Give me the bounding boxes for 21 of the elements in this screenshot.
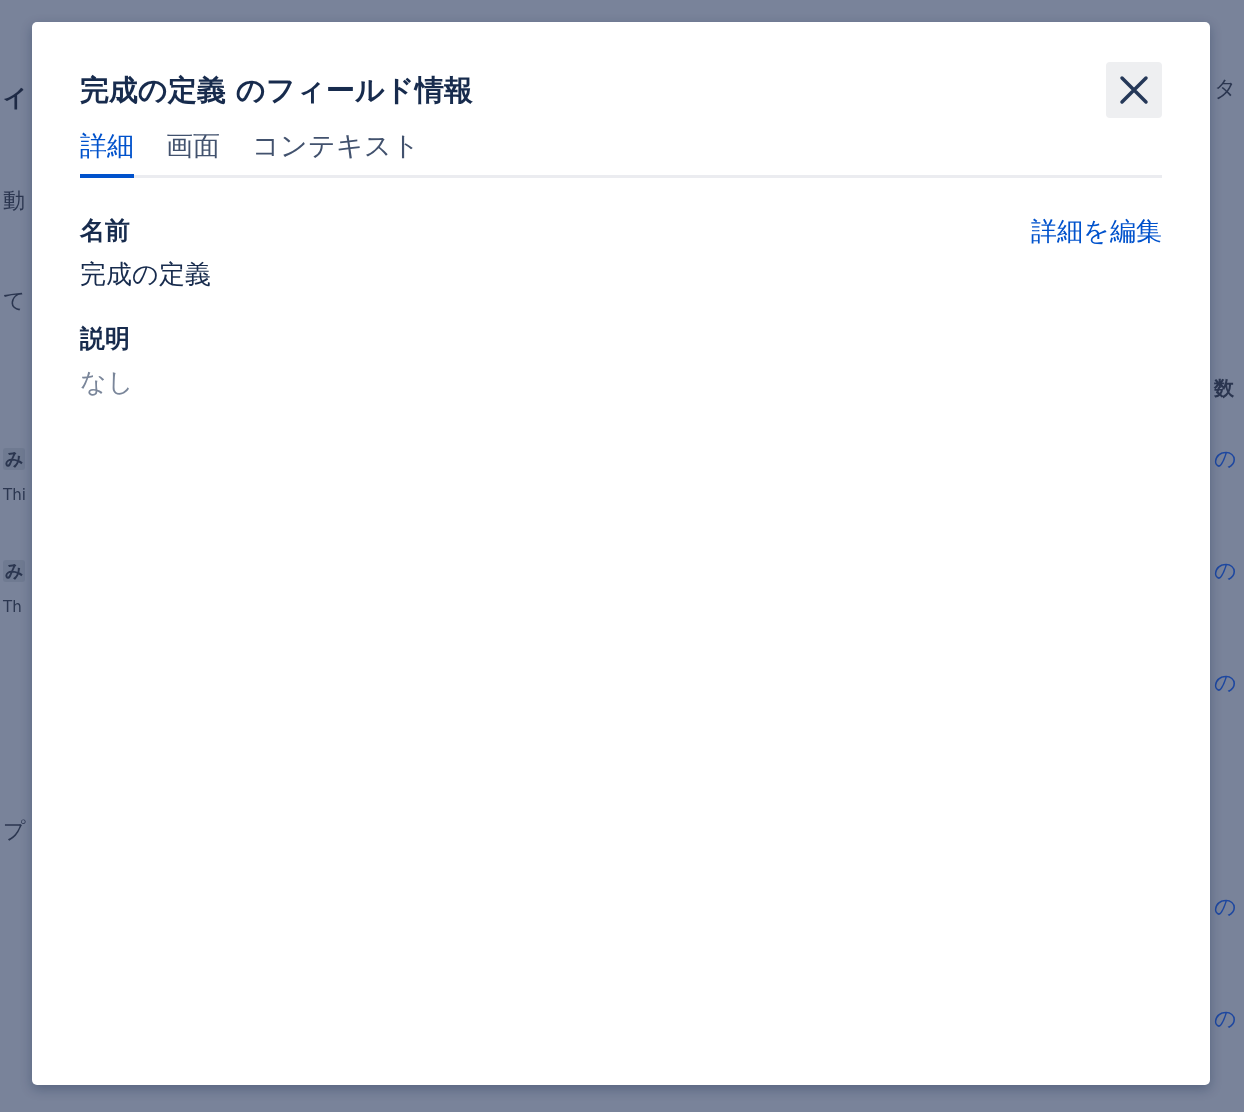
field-value: なし — [80, 366, 135, 399]
background-text: タ — [1214, 76, 1237, 103]
close-icon — [1119, 75, 1149, 105]
close-button[interactable] — [1106, 62, 1162, 118]
tab[interactable]: コンテキスト — [252, 128, 420, 178]
background-text: イ — [3, 84, 28, 113]
field-label: 説明 — [80, 323, 131, 355]
edit-details-link[interactable]: 詳細を編集 — [1031, 214, 1162, 430]
dialog-title: 完成の定義 のフィールド情報 — [80, 72, 474, 109]
tab[interactable]: 詳細 — [80, 128, 134, 178]
field-label: 名前 — [80, 215, 131, 247]
background-text: Th — [3, 598, 22, 616]
background-text: み — [3, 448, 25, 470]
background-text: 数 — [1214, 376, 1234, 400]
background-text: 動 — [3, 188, 25, 215]
tab[interactable]: 画面 — [166, 128, 220, 178]
background-text: み — [3, 560, 25, 582]
field-value: 完成の定義 — [80, 258, 211, 291]
background-text: プ — [3, 818, 26, 845]
background-text: て — [3, 288, 26, 315]
background-text: Thi — [3, 486, 26, 504]
